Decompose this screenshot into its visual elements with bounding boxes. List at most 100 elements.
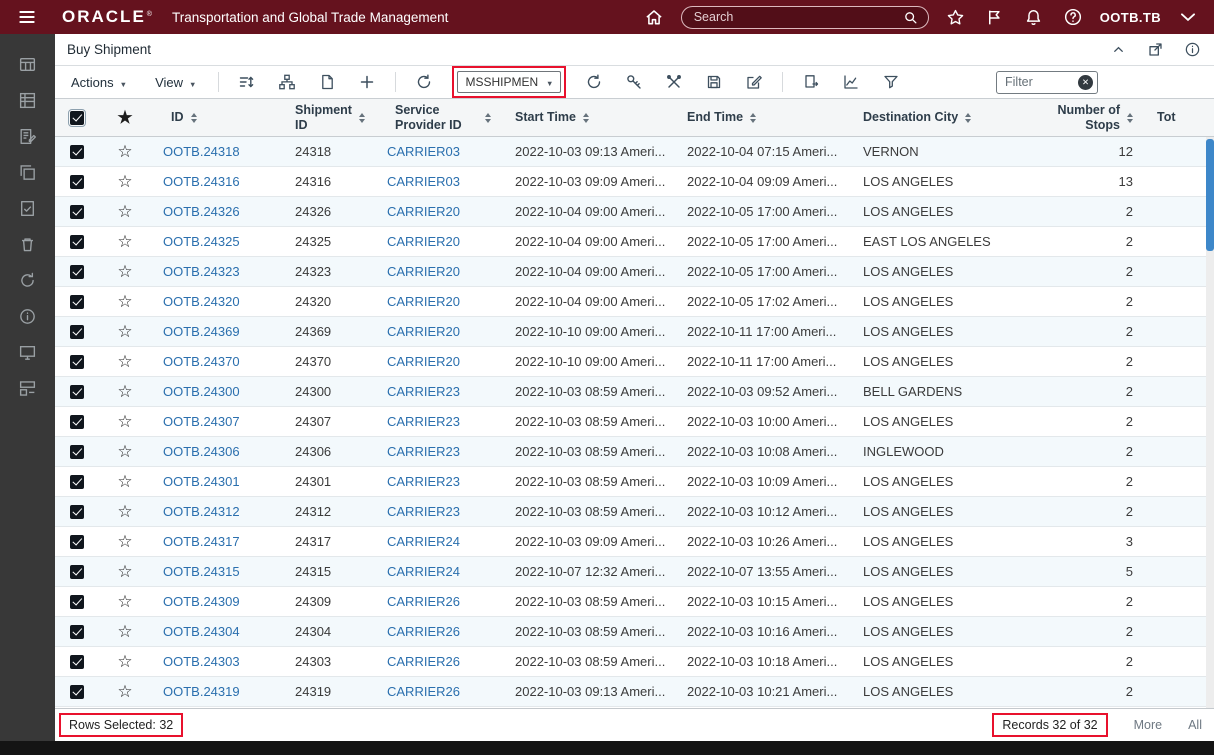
row-checkbox[interactable] — [70, 294, 84, 309]
shipment-link[interactable]: OOTB.24303 — [163, 654, 240, 669]
star-outline-icon[interactable] — [117, 443, 132, 460]
row-checkbox[interactable] — [70, 144, 84, 159]
star-outline-icon[interactable] — [117, 533, 132, 550]
star-outline-icon[interactable] — [117, 683, 132, 700]
table-row[interactable]: OOTB.24306 24306 CARRIER23 2022-10-03 08… — [55, 437, 1214, 467]
sort-icon[interactable] — [582, 112, 589, 123]
table-row[interactable]: OOTB.24325 24325 CARRIER20 2022-10-04 09… — [55, 227, 1214, 257]
shipment-link[interactable]: OOTB.24369 — [163, 324, 240, 339]
table-row[interactable]: OOTB.24309 24309 CARRIER26 2022-10-03 08… — [55, 587, 1214, 617]
refresh-icon[interactable] — [0, 262, 55, 298]
sort-icon[interactable] — [965, 112, 972, 123]
column-header-id[interactable]: ID — [151, 99, 283, 136]
service-provider-link[interactable]: CARRIER23 — [387, 414, 460, 429]
table-row[interactable]: OOTB.24316 24316 CARRIER03 2022-10-03 09… — [55, 167, 1214, 197]
column-header-number-of-stops[interactable]: Number of Stops — [1037, 99, 1145, 136]
service-provider-link[interactable]: CARRIER20 — [387, 204, 460, 219]
table-row[interactable]: OOTB.24301 24301 CARRIER23 2022-10-03 08… — [55, 467, 1214, 497]
sort-icon[interactable] — [1127, 112, 1133, 123]
new-document-icon[interactable] — [315, 70, 339, 94]
row-checkbox[interactable] — [70, 324, 84, 339]
table-row[interactable]: OOTB.24326 24326 CARRIER20 2022-10-04 09… — [55, 197, 1214, 227]
service-provider-link[interactable]: CARRIER26 — [387, 624, 460, 639]
table-row[interactable]: OOTB.24370 24370 CARRIER20 2022-10-10 09… — [55, 347, 1214, 377]
column-header-start-time[interactable]: Start Time — [503, 99, 675, 136]
service-provider-link[interactable]: CARRIER23 — [387, 474, 460, 489]
service-provider-link[interactable]: CARRIER26 — [387, 684, 460, 699]
row-checkbox[interactable] — [70, 444, 84, 459]
shipment-link[interactable]: OOTB.24319 — [163, 684, 240, 699]
service-provider-link[interactable]: CARRIER23 — [387, 384, 460, 399]
monitor-icon[interactable] — [0, 334, 55, 370]
service-provider-link[interactable]: CARRIER20 — [387, 234, 460, 249]
star-outline-icon[interactable] — [117, 593, 132, 610]
star-outline-icon[interactable] — [117, 473, 132, 490]
hierarchy-icon[interactable] — [275, 70, 299, 94]
row-checkbox[interactable] — [70, 174, 84, 189]
select-all-checkbox[interactable] — [68, 108, 86, 127]
row-checkbox[interactable] — [70, 594, 84, 609]
row-checkbox[interactable] — [70, 354, 84, 369]
shipment-link[interactable]: OOTB.24325 — [163, 234, 240, 249]
favorite-column-header[interactable] — [99, 99, 151, 136]
clear-filter-icon[interactable] — [1078, 74, 1093, 90]
search-icon[interactable] — [902, 8, 920, 26]
column-header-destination-city[interactable]: Destination City — [851, 99, 1037, 136]
shipment-link[interactable]: OOTB.24301 — [163, 474, 240, 489]
shipment-link[interactable]: OOTB.24300 — [163, 384, 240, 399]
user-chevron-down-icon[interactable] — [1176, 5, 1200, 29]
menu-icon[interactable] — [14, 4, 40, 30]
shipment-link[interactable]: OOTB.24309 — [163, 594, 240, 609]
scrollbar-thumb[interactable] — [1206, 139, 1214, 251]
service-provider-link[interactable]: CARRIER20 — [387, 294, 460, 309]
row-checkbox[interactable] — [70, 234, 84, 249]
row-checkbox[interactable] — [70, 654, 84, 669]
table-row[interactable]: OOTB.24304 24304 CARRIER26 2022-10-03 08… — [55, 617, 1214, 647]
copy-icon[interactable] — [0, 154, 55, 190]
row-checkbox[interactable] — [70, 504, 84, 519]
table-row[interactable]: OOTB.24317 24317 CARRIER24 2022-10-03 09… — [55, 527, 1214, 557]
help-icon[interactable] — [1061, 5, 1085, 29]
shipment-link[interactable]: OOTB.24370 — [163, 354, 240, 369]
add-icon[interactable] — [355, 70, 379, 94]
star-outline-icon[interactable] — [117, 203, 132, 220]
table-row[interactable]: OOTB.24318 24318 CARRIER03 2022-10-03 09… — [55, 137, 1214, 167]
service-provider-link[interactable]: CARRIER26 — [387, 594, 460, 609]
filter-funnel-icon[interactable] — [879, 70, 903, 94]
star-outline-icon[interactable] — [117, 353, 132, 370]
search-input[interactable] — [693, 10, 902, 24]
all-records-button[interactable]: All — [1188, 718, 1202, 732]
grid-icon[interactable] — [0, 46, 55, 82]
open-in-new-window-icon[interactable] — [1145, 40, 1165, 60]
star-outline-icon[interactable] — [117, 383, 132, 400]
star-outline-icon[interactable] — [117, 173, 132, 190]
vertical-scrollbar[interactable] — [1206, 137, 1214, 708]
shipment-link[interactable]: OOTB.24307 — [163, 414, 240, 429]
column-header-end-time[interactable]: End Time — [675, 99, 851, 136]
service-provider-link[interactable]: CARRIER20 — [387, 264, 460, 279]
row-checkbox[interactable] — [70, 384, 84, 399]
star-outline-icon[interactable] — [117, 503, 132, 520]
service-provider-link[interactable]: CARRIER20 — [387, 324, 460, 339]
service-provider-link[interactable]: CARRIER26 — [387, 654, 460, 669]
page-info-icon[interactable] — [1182, 40, 1202, 60]
row-checkbox[interactable] — [70, 264, 84, 279]
star-outline-icon[interactable] — [117, 233, 132, 250]
table-row[interactable]: OOTB.24307 24307 CARRIER23 2022-10-03 08… — [55, 407, 1214, 437]
star-outline-icon[interactable] — [117, 263, 132, 280]
saved-query-select[interactable]: MSSHIPMEN — [457, 71, 562, 93]
column-header-shipment-id[interactable]: Shipment ID — [283, 99, 375, 136]
reload-icon[interactable] — [412, 70, 436, 94]
service-provider-link[interactable]: CARRIER23 — [387, 444, 460, 459]
shipment-link[interactable]: OOTB.24323 — [163, 264, 240, 279]
row-checkbox[interactable] — [70, 414, 84, 429]
refresh-icon[interactable] — [582, 70, 606, 94]
shipment-link[interactable]: OOTB.24304 — [163, 624, 240, 639]
sort-icon[interactable] — [358, 112, 365, 123]
table-row[interactable]: OOTB.24323 24323 CARRIER20 2022-10-04 09… — [55, 257, 1214, 287]
actions-menu-button[interactable]: Actions — [65, 75, 133, 90]
shipment-link[interactable]: OOTB.24312 — [163, 504, 240, 519]
service-provider-link[interactable]: CARRIER20 — [387, 354, 460, 369]
filter-input[interactable] — [1005, 75, 1078, 89]
shipment-link[interactable]: OOTB.24316 — [163, 174, 240, 189]
